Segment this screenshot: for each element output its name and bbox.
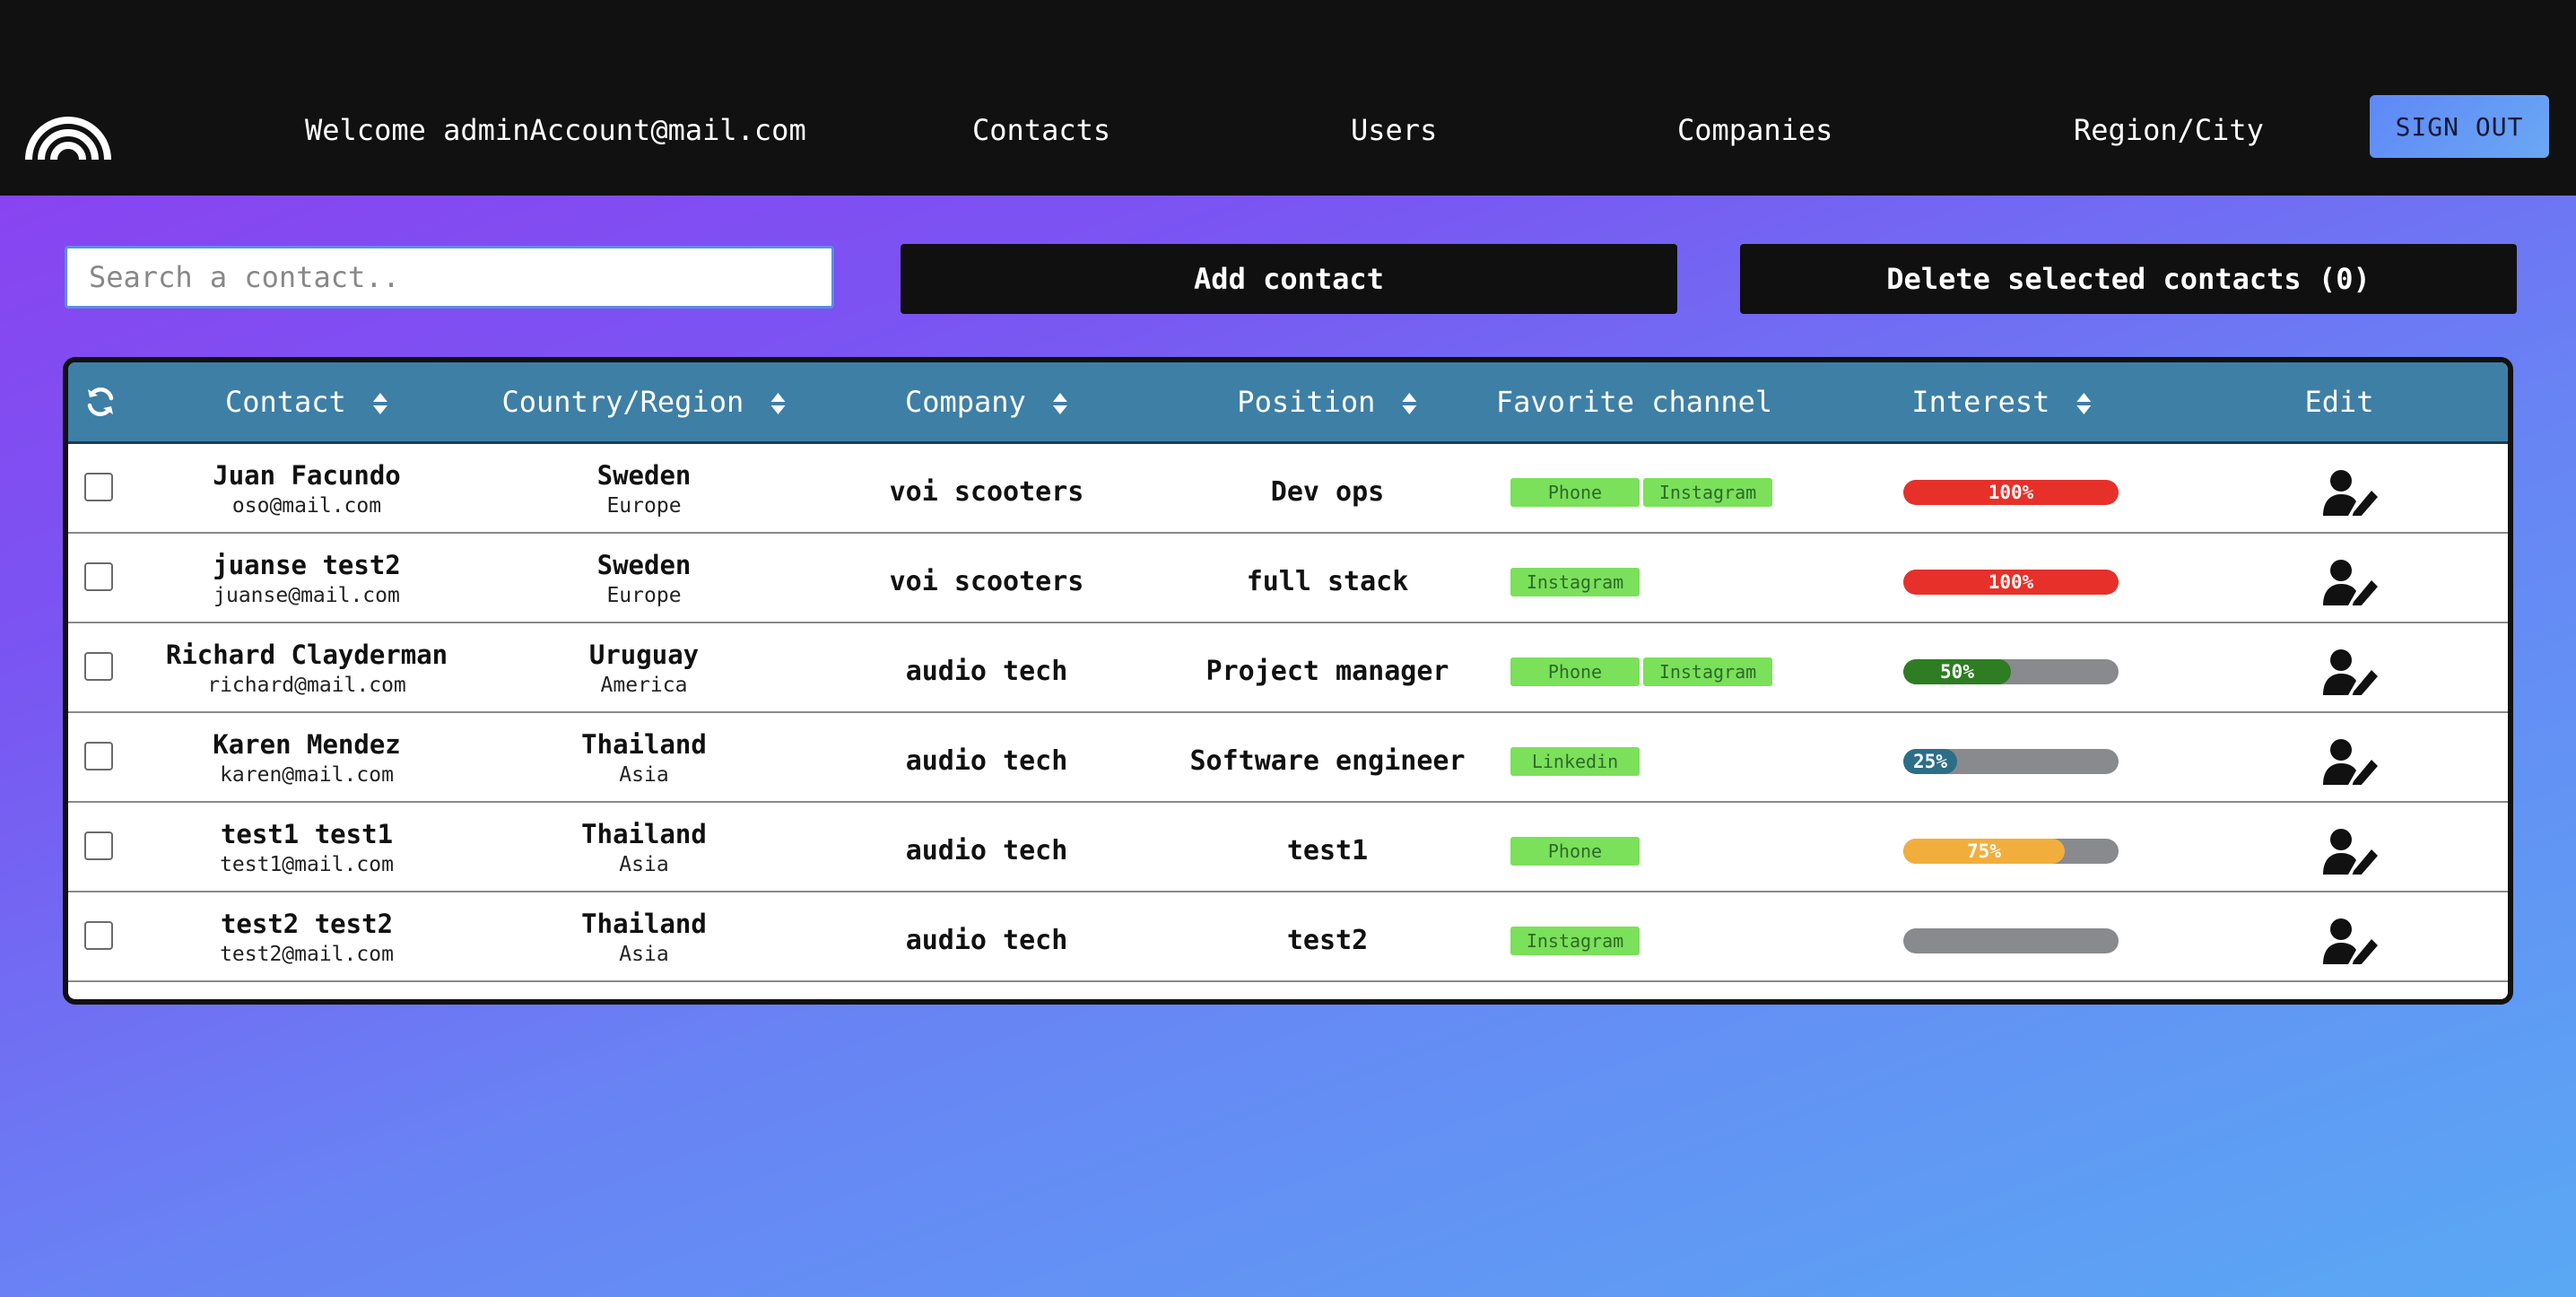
table-row: Richard Clayderman richard@mail.com Urugua…	[68, 623, 2508, 713]
contact-email: juanse@mail.com	[213, 584, 400, 607]
delete-selected-button[interactable]: Delete selected contacts (0)	[1740, 244, 2517, 314]
contact-company: audio tech	[905, 925, 1068, 956]
contact-email: test2@mail.com	[220, 943, 394, 966]
contact-country: Thailand	[581, 819, 707, 849]
sort-icon	[1402, 393, 1417, 414]
nav-contacts[interactable]: Contacts	[972, 113, 1110, 147]
contact-position: test1	[1286, 835, 1369, 866]
interest-fill: 25%	[1903, 749, 1957, 774]
channel-tag: Instagram	[1643, 657, 1772, 686]
interest-bar	[1903, 928, 2119, 953]
contact-position: full stack	[1246, 566, 1409, 597]
interest-bar: 100%	[1903, 480, 2119, 505]
contact-country: Sweden	[596, 550, 692, 580]
rainbow-arch-logo-icon[interactable]	[25, 95, 111, 161]
contact-region: Asia	[619, 853, 669, 876]
row-select-checkbox[interactable]	[84, 473, 113, 501]
interest-fill: 75%	[1903, 839, 2065, 864]
contact-position: Software engineer	[1189, 745, 1466, 777]
sign-out-button[interactable]: SIGN OUT	[2370, 95, 2549, 158]
sort-icon	[2076, 393, 2092, 414]
nav-users[interactable]: Users	[1351, 113, 1437, 147]
contact-country: Sweden	[596, 460, 692, 491]
channel-tag: Linkedin	[1510, 747, 1640, 776]
interest-bar: 100%	[1903, 570, 2119, 595]
table-row: juanse test2 juanse@mail.com Sweden Europe v…	[68, 534, 2508, 623]
contact-name: test2 test2	[220, 909, 394, 939]
user-edit-icon[interactable]	[2321, 738, 2379, 785]
contact-email: richard@mail.com	[207, 674, 406, 697]
table-row: test2 test2 test2@mail.com Thailand Asia aud…	[68, 892, 2508, 982]
column-header-country-region[interactable]: Country/Region	[502, 362, 787, 441]
contact-region: Europe	[606, 494, 682, 518]
contact-name: Juan Facundo	[213, 460, 401, 491]
contact-position: test2	[1286, 925, 1369, 956]
channel-tag: Instagram	[1643, 478, 1772, 507]
user-edit-icon[interactable]	[2321, 918, 2379, 964]
welcome-text: Welcome adminAccount@mail.com	[305, 113, 806, 147]
contact-email: karen@mail.com	[220, 763, 394, 787]
top-navbar: Welcome adminAccount@mail.com Contacts U…	[0, 0, 2576, 196]
user-edit-icon[interactable]	[2321, 559, 2379, 605]
user-edit-icon[interactable]	[2321, 828, 2379, 875]
contact-email: oso@mail.com	[231, 494, 382, 518]
interest-fill: 100%	[1903, 570, 2119, 595]
row-select-checkbox[interactable]	[84, 921, 113, 950]
column-header-position[interactable]: Position	[1237, 362, 1417, 441]
column-header-edit: Edit	[2304, 385, 2374, 419]
user-edit-icon[interactable]	[2321, 469, 2379, 516]
channel-tag: Phone	[1510, 837, 1640, 866]
interest-bar: 50%	[1903, 659, 2119, 684]
contact-position: Project manager	[1205, 656, 1449, 687]
channel-tag: Instagram	[1510, 568, 1640, 596]
search-input[interactable]	[65, 246, 834, 309]
contact-name: juanse test2	[213, 550, 401, 580]
row-select-checkbox[interactable]	[84, 831, 113, 860]
channel-tag: Instagram	[1510, 927, 1640, 955]
interest-bar: 75%	[1903, 839, 2119, 864]
row-select-checkbox[interactable]	[84, 742, 113, 770]
contact-country: Thailand	[581, 909, 707, 939]
channel-tag: Phone	[1510, 657, 1640, 686]
contact-region: Europe	[606, 584, 682, 607]
contact-company: audio tech	[905, 656, 1068, 687]
contact-region: Asia	[619, 943, 669, 966]
contact-region: America	[600, 674, 688, 697]
interest-fill: 50%	[1903, 659, 2011, 684]
contact-company: voi scooters	[889, 566, 1084, 597]
row-select-checkbox[interactable]	[84, 652, 113, 681]
sort-icon	[1053, 393, 1068, 414]
refresh-icon[interactable]	[84, 386, 117, 418]
table-row: test1 test1 test1@mail.com Thailand Asia aud…	[68, 803, 2508, 892]
column-header-company[interactable]: Company	[905, 362, 1068, 441]
contact-country: Uruguay	[588, 640, 700, 670]
contact-name: Karen Mendez	[213, 729, 401, 760]
sort-icon	[770, 393, 786, 414]
column-header-interest[interactable]: Interest	[1911, 362, 2092, 441]
contact-email: test1@mail.com	[220, 853, 394, 876]
contact-country: Thailand	[581, 729, 707, 760]
nav-region-city[interactable]: Region/City	[2074, 113, 2264, 147]
interest-bar: 25%	[1903, 749, 2119, 774]
contact-region: Asia	[619, 763, 669, 787]
table-row: Karen Mendez karen@mail.com Thailand Asia au…	[68, 713, 2508, 803]
table-row: Juan Facundo oso@mail.com Sweden Europe voi …	[68, 444, 2508, 534]
contact-company: audio tech	[905, 835, 1068, 866]
contact-company: audio tech	[905, 745, 1068, 777]
nav-companies[interactable]: Companies	[1677, 113, 1832, 147]
sort-icon	[373, 393, 388, 414]
channel-tag: Phone	[1510, 478, 1640, 507]
contact-company: voi scooters	[889, 476, 1084, 508]
contact-position: Dev ops	[1270, 476, 1385, 508]
column-header-contact[interactable]: Contact	[225, 362, 388, 441]
contacts-table: Contact Country/Region Company Position …	[63, 357, 2513, 1005]
row-select-checkbox[interactable]	[84, 562, 113, 591]
interest-fill: 100%	[1903, 480, 2119, 505]
column-header-favorite-channel: Favorite channel	[1495, 385, 1773, 419]
table-header: Contact Country/Region Company Position …	[68, 362, 2508, 444]
contact-name: test1 test1	[220, 819, 394, 849]
contact-name: Richard Clayderman	[165, 640, 448, 670]
add-contact-button[interactable]: Add contact	[901, 244, 1677, 314]
user-edit-icon[interactable]	[2321, 648, 2379, 695]
